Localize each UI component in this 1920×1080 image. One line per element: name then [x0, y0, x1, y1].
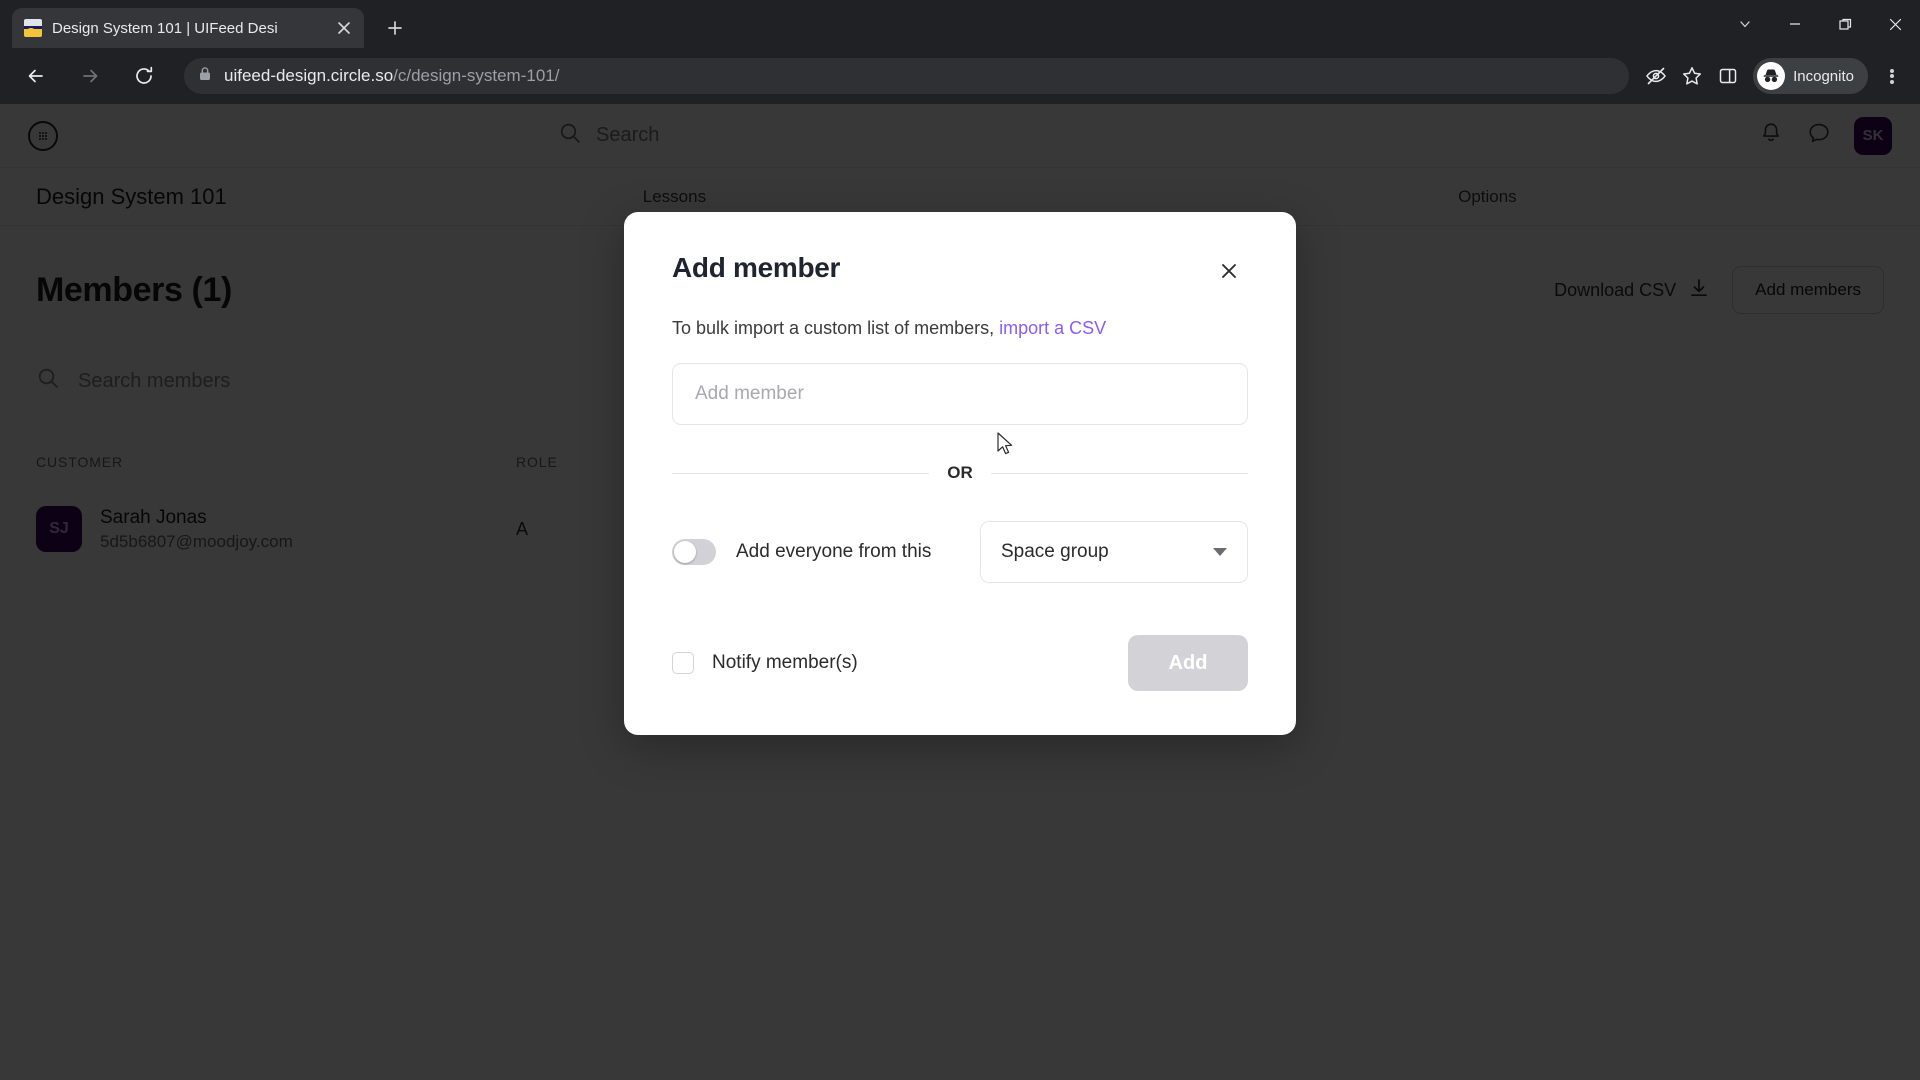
- add-member-dialog: Add member To bulk import a custom list …: [624, 212, 1296, 735]
- lock-icon: [198, 66, 212, 87]
- dialog-footer: Notify member(s) Add: [672, 635, 1248, 691]
- forward-button[interactable]: [70, 56, 110, 96]
- notify-members-label: Notify member(s): [712, 652, 858, 673]
- incognito-profile-button[interactable]: Incognito: [1753, 58, 1868, 94]
- dialog-title: Add member: [672, 252, 841, 283]
- chevron-down-icon: [1213, 548, 1227, 556]
- add-everyone-toggle[interactable]: [672, 539, 716, 565]
- add-everyone-label: Add everyone from this: [736, 541, 932, 562]
- import-csv-link[interactable]: import a CSV: [999, 318, 1106, 338]
- add-member-input-placeholder: Add member: [695, 383, 804, 404]
- address-bar[interactable]: uifeed-design.circle.so/c/design-system-…: [184, 58, 1630, 94]
- dialog-header: Add member: [672, 252, 1248, 290]
- bookmark-star-icon[interactable]: [1675, 59, 1709, 93]
- add-member-input[interactable]: Add member: [672, 363, 1248, 425]
- browser-toolbar: uifeed-design.circle.so/c/design-system-…: [0, 48, 1920, 104]
- or-label: OR: [947, 463, 973, 482]
- or-divider: OR: [672, 463, 1248, 483]
- new-tab-button[interactable]: [378, 11, 412, 45]
- window-chevron-down-icon[interactable]: [1720, 0, 1770, 48]
- divider-line-right: [990, 472, 1248, 474]
- reload-button[interactable]: [124, 56, 164, 96]
- browser-tab[interactable]: Design System 101 | UIFeed Desi: [12, 8, 364, 48]
- url-domain: uifeed-design.circle.so: [224, 66, 394, 85]
- tab-title: Design System 101 | UIFeed Desi: [52, 19, 278, 37]
- side-panel-icon[interactable]: [1711, 59, 1745, 93]
- divider-line-left: [672, 472, 930, 474]
- add-button[interactable]: Add: [1128, 635, 1248, 691]
- tracking-protection-icon[interactable]: [1639, 59, 1673, 93]
- incognito-icon: [1757, 62, 1786, 90]
- space-group-select-value: Space group: [1001, 541, 1109, 562]
- address-bar-url: uifeed-design.circle.so/c/design-system-…: [224, 66, 559, 86]
- dialog-description: To bulk import a custom list of members,…: [672, 318, 1248, 339]
- incognito-label: Incognito: [1793, 67, 1854, 85]
- notify-members-checkbox[interactable]: [672, 652, 694, 674]
- mouse-cursor: [996, 432, 1016, 463]
- back-button[interactable]: [16, 56, 56, 96]
- tab-close-icon[interactable]: [332, 16, 356, 40]
- kebab-menu-icon[interactable]: [1874, 58, 1910, 94]
- site-favicon: [24, 19, 42, 37]
- window-controls: [1720, 0, 1920, 48]
- window-minimize-icon[interactable]: [1770, 0, 1820, 48]
- url-path: /c/design-system-101/: [393, 66, 560, 85]
- space-group-select[interactable]: Space group: [980, 521, 1248, 583]
- dialog-description-text: To bulk import a custom list of members,: [672, 318, 1000, 338]
- add-everyone-row: Add everyone from this Space group: [672, 521, 1248, 583]
- browser-titlebar: Design System 101 | UIFeed Desi: [0, 0, 1920, 48]
- window-maximize-icon[interactable]: [1820, 0, 1870, 48]
- window-close-icon[interactable]: [1870, 0, 1920, 48]
- browser-window: Design System 101 | UIFeed Desi uifeed-d…: [0, 0, 1920, 1080]
- close-icon[interactable]: [1210, 252, 1248, 290]
